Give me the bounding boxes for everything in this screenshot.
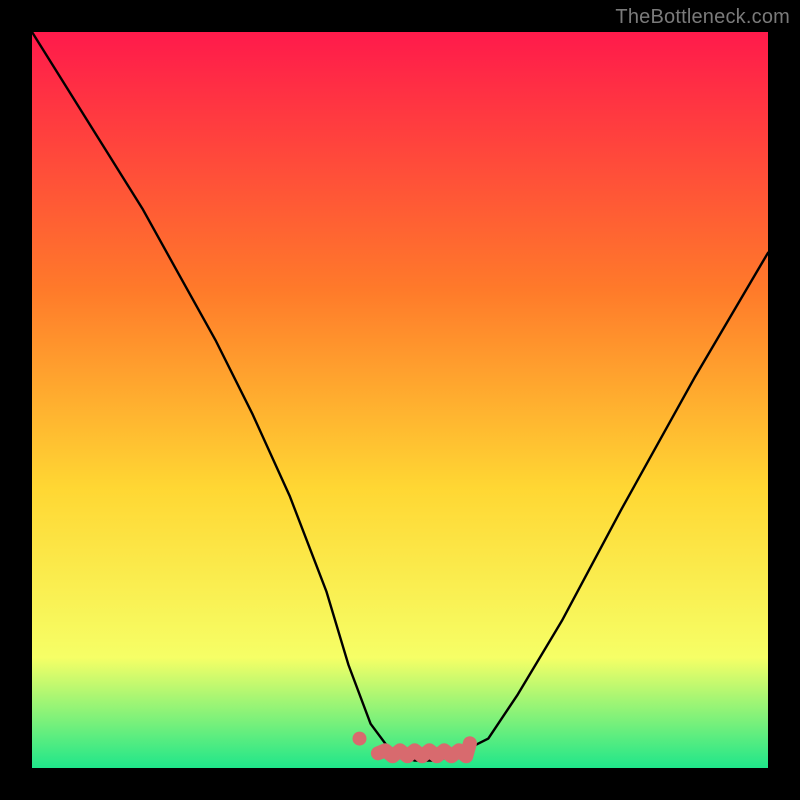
left-isolated-dot [353, 732, 367, 746]
flat-valley-marker [378, 743, 470, 756]
watermark-text: TheBottleneck.com [615, 6, 790, 29]
curve-layer [32, 32, 768, 768]
outer-frame: TheBottleneck.com [0, 0, 800, 800]
plot-area [32, 32, 768, 768]
bottleneck-curve [32, 32, 768, 761]
